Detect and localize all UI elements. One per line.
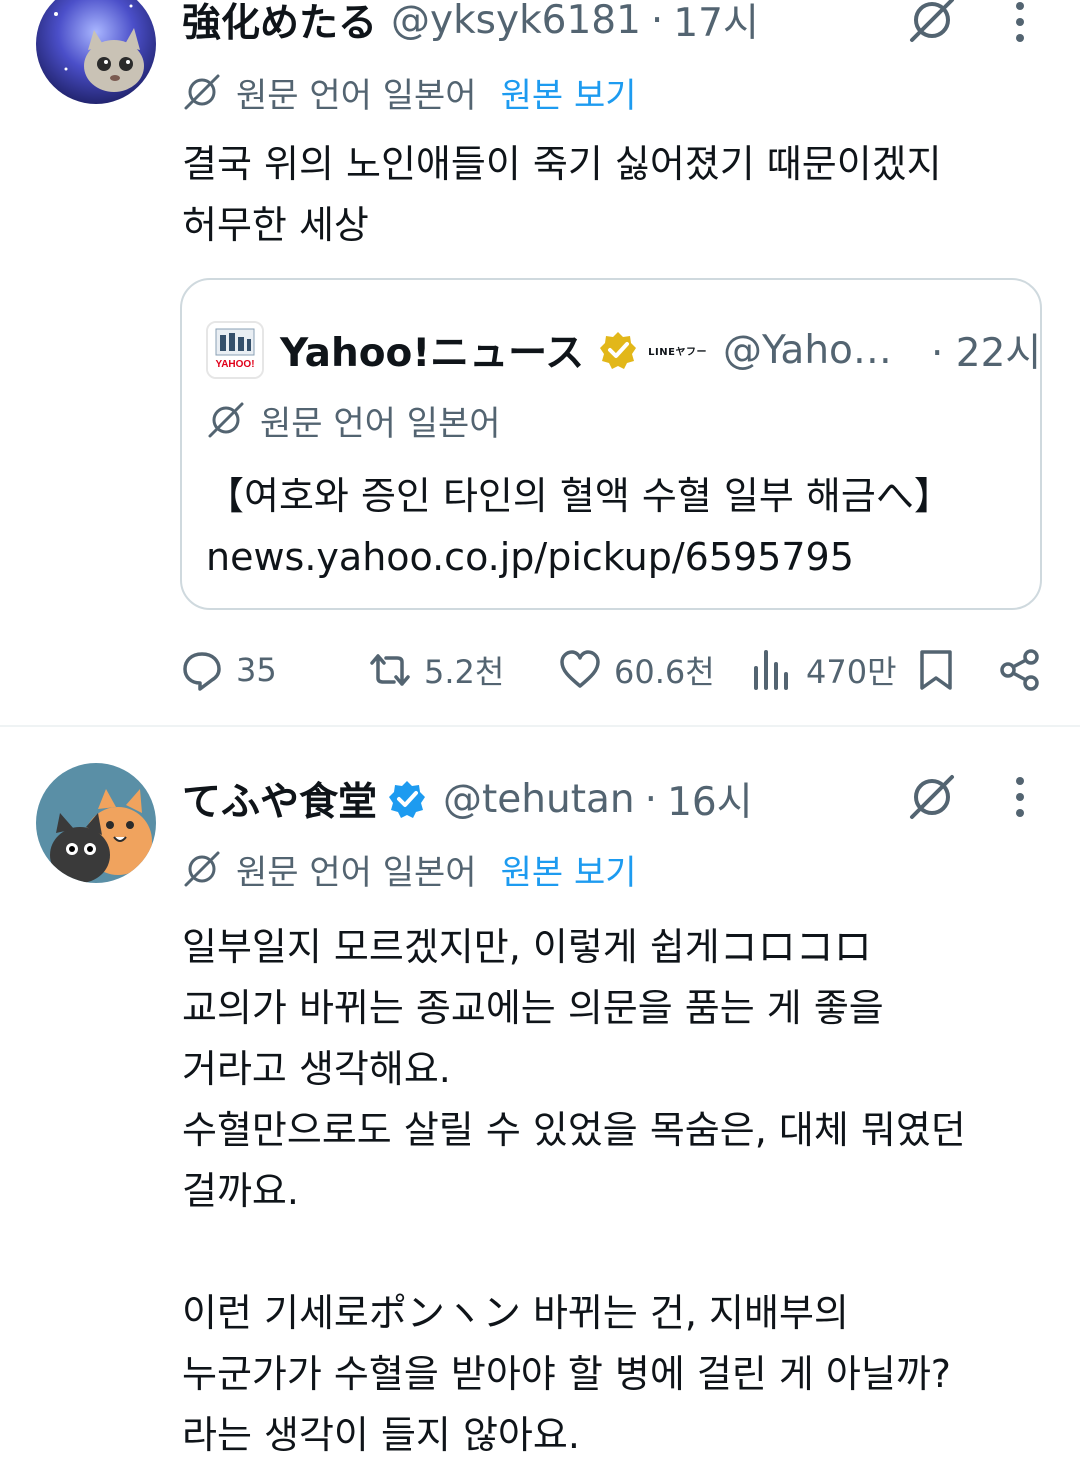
- translation-note: 원문 언어 일본어 원본 보기: [182, 68, 637, 116]
- translation-label: 원문 언어 일본어: [236, 852, 477, 893]
- views-count: 470만: [806, 653, 897, 691]
- display-name[interactable]: てふや食堂: [182, 771, 377, 827]
- quoted-avatar-logo-text: YAHOO!: [215, 359, 254, 370]
- separator-dot: ·: [650, 0, 664, 43]
- quoted-tweet-header: YAHOO! Yahoo!ニュース LINEヤフー @Yaho… · 22시: [206, 320, 1041, 380]
- views-chart-icon: [754, 650, 788, 690]
- quoted-handle[interactable]: @Yaho…: [723, 328, 913, 373]
- quoted-translation-note: 원문 언어 일본어: [206, 396, 501, 444]
- affiliate-badge: LINEヤフー: [648, 346, 707, 358]
- more-options-icon[interactable]: [1012, 0, 1028, 44]
- quoted-timestamp[interactable]: · 22시: [931, 322, 1041, 378]
- view-original-link[interactable]: 원본 보기: [501, 845, 637, 894]
- translate-icon: [184, 851, 220, 887]
- quoted-tweet[interactable]: YAHOO! Yahoo!ニュース LINEヤフー @Yaho… · 22시 원…: [180, 278, 1042, 610]
- verified-icon: [389, 781, 426, 818]
- share-button[interactable]: [998, 640, 1054, 700]
- translation-note: 원문 언어 일본어 원본 보기: [182, 845, 637, 893]
- display-name[interactable]: 強化めたる: [182, 0, 377, 48]
- bookmark-icon: [920, 650, 952, 690]
- tweet-header: 強化めたる @yksyk6181 · 17시: [182, 0, 759, 50]
- timestamp[interactable]: 17시: [673, 0, 759, 48]
- quoted-tweet-text: 【여호와 증인 타인의 혈액 수혈 일부 해금へ】 news.yahoo.co.…: [206, 474, 952, 579]
- quoted-avatar[interactable]: YAHOO!: [206, 321, 264, 379]
- reply-icon: [183, 652, 221, 691]
- quoted-display-name[interactable]: Yahoo!ニュース: [280, 322, 584, 378]
- handle[interactable]: @tehutan: [443, 777, 635, 822]
- like-button[interactable]: 60.6천: [558, 640, 715, 700]
- handle[interactable]: @yksyk6181: [391, 0, 641, 43]
- separator-dot: ·: [644, 776, 658, 822]
- reply-count: 35: [236, 651, 277, 689]
- translate-icon: [208, 402, 244, 438]
- tweet-header: てふや食堂 @tehutan · 16시: [182, 769, 753, 829]
- like-count: 60.6천: [614, 653, 715, 691]
- bookmark-button[interactable]: [914, 640, 970, 700]
- avatar[interactable]: [36, 0, 156, 104]
- tweet-1[interactable]: 強化めたる @yksyk6181 · 17시 원문 언어 일본어 원본 보기 결…: [0, 0, 1080, 726]
- translation-label: 원문 언어 일본어: [236, 75, 477, 116]
- repost-icon: [370, 654, 410, 686]
- action-bar: 35 5.2천 60.6천 470만: [180, 640, 1050, 700]
- tweet-text: 결국 위의 노인애들이 죽기 싫어졌기 때문이겠지 허무한 세상: [182, 142, 942, 247]
- grok-icon[interactable]: [906, 771, 958, 823]
- repost-button[interactable]: 5.2천: [368, 640, 504, 700]
- more-options-icon[interactable]: [1012, 775, 1028, 819]
- gold-verified-icon: [600, 332, 637, 369]
- share-icon: [1000, 649, 1039, 691]
- avatar[interactable]: [36, 763, 156, 883]
- translate-icon: [184, 74, 220, 110]
- tweet-text: 일부일지 모르겠지만, 이렇게 쉽게コロコロ 교의가 바뀌는 종교에는 의문을 …: [182, 925, 966, 1457]
- timestamp[interactable]: 16시: [667, 771, 753, 827]
- grok-icon[interactable]: [906, 0, 958, 46]
- tweet-2[interactable]: てふや食堂 @tehutan · 16시 원문 언어 일본어 원본 보기 일부일…: [0, 727, 1080, 1473]
- views-button[interactable]: 470만: [750, 640, 897, 700]
- view-original-link[interactable]: 원본 보기: [501, 68, 637, 117]
- repost-count: 5.2천: [424, 653, 505, 691]
- quoted-translation-label: 원문 언어 일본어: [260, 403, 501, 444]
- heart-icon: [560, 650, 600, 688]
- reply-button[interactable]: 35: [180, 640, 277, 700]
